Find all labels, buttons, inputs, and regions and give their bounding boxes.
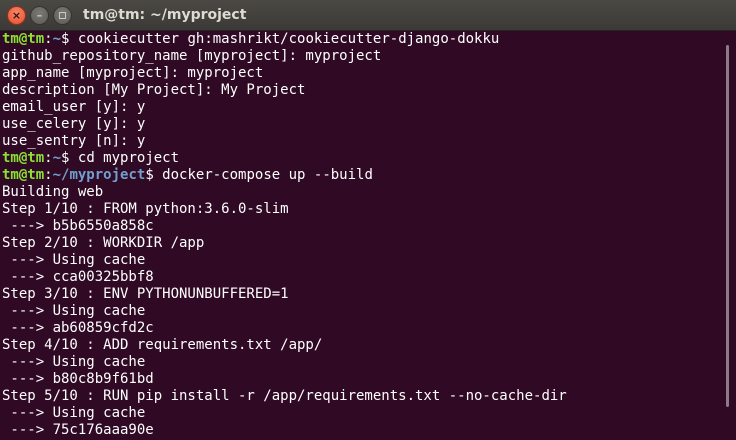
prompt-line: tm@tm:~$ cd myproject (2, 150, 714, 167)
prompt-user-host: tm@tm (2, 31, 45, 47)
output-line: email_user [y]: y (2, 99, 146, 115)
prompt-line: tm@tm:~/myproject$ docker-compose up --b… (2, 167, 714, 184)
terminal-output[interactable]: tm@tm:~$ cookiecutter gh:mashrikt/cookie… (2, 31, 714, 440)
title-bar[interactable]: × – tm@tm: ~/myproject (0, 0, 736, 31)
output-line: ---> b5b6550a858c (2, 218, 154, 234)
output-line: ---> Using cache (2, 405, 146, 421)
output-line: description [My Project]: My Project (2, 82, 306, 98)
output-line: ---> 75c176aaa90e (2, 422, 154, 438)
window-title: tm@tm: ~/myproject (83, 7, 247, 23)
prompt-path: ~ (52, 150, 62, 166)
output-line: github_repository_name [myproject]: mypr… (2, 48, 382, 64)
command-text: docker-compose up --build (153, 167, 373, 183)
prompt-user-host: tm@tm (2, 150, 45, 166)
scrollbar-thumb[interactable] (726, 45, 729, 407)
close-icon[interactable]: × (7, 6, 26, 25)
output-line: Step 5/10 : RUN pip install -r /app/requ… (2, 388, 567, 404)
prompt-user-host: tm@tm (2, 167, 45, 183)
prompt-line: tm@tm:~$ cookiecutter gh:mashrikt/cookie… (2, 31, 714, 48)
maximize-icon[interactable] (53, 6, 72, 25)
output-line: app_name [myproject]: myproject (2, 65, 264, 81)
prompt-separator: : (44, 31, 53, 47)
prompt-path: ~/myproject (52, 167, 146, 183)
command-text: cookiecutter gh:mashrikt/cookiecutter-dj… (69, 31, 500, 47)
output-line: ---> Using cache (2, 303, 146, 319)
prompt-symbol: $ (145, 167, 154, 183)
output-line: Step 3/10 : ENV PYTHONUNBUFFERED=1 (2, 286, 289, 302)
prompt-path: ~ (52, 31, 62, 47)
output-line: Step 4/10 : ADD requirements.txt /app/ (2, 337, 323, 353)
output-line: ---> ab60859cfd2c (2, 320, 154, 336)
output-line: ---> Using cache (2, 354, 146, 370)
output-line: Step 1/10 : FROM python:3.6.0-slim (2, 201, 289, 217)
output-line: ---> Using cache (2, 252, 146, 268)
prompt-separator: : (44, 167, 53, 183)
output-line: Step 2/10 : WORKDIR /app (2, 235, 205, 251)
terminal-window: × – tm@tm: ~/myproject tm@tm:~$ cookiecu… (0, 0, 736, 440)
output-line: ---> cca00325bbf8 (2, 269, 154, 285)
scrollbar[interactable] (719, 31, 736, 440)
command-text: cd myproject (69, 150, 180, 166)
minimize-icon[interactable]: – (30, 6, 49, 25)
prompt-separator: : (44, 150, 53, 166)
output-line: use_sentry [n]: y (2, 133, 146, 149)
output-line: use_celery [y]: y (2, 116, 146, 132)
output-line: Building web (2, 184, 104, 200)
output-line: ---> b80c8b9f61bd (2, 371, 154, 387)
maximize-box-glyph (59, 12, 66, 19)
